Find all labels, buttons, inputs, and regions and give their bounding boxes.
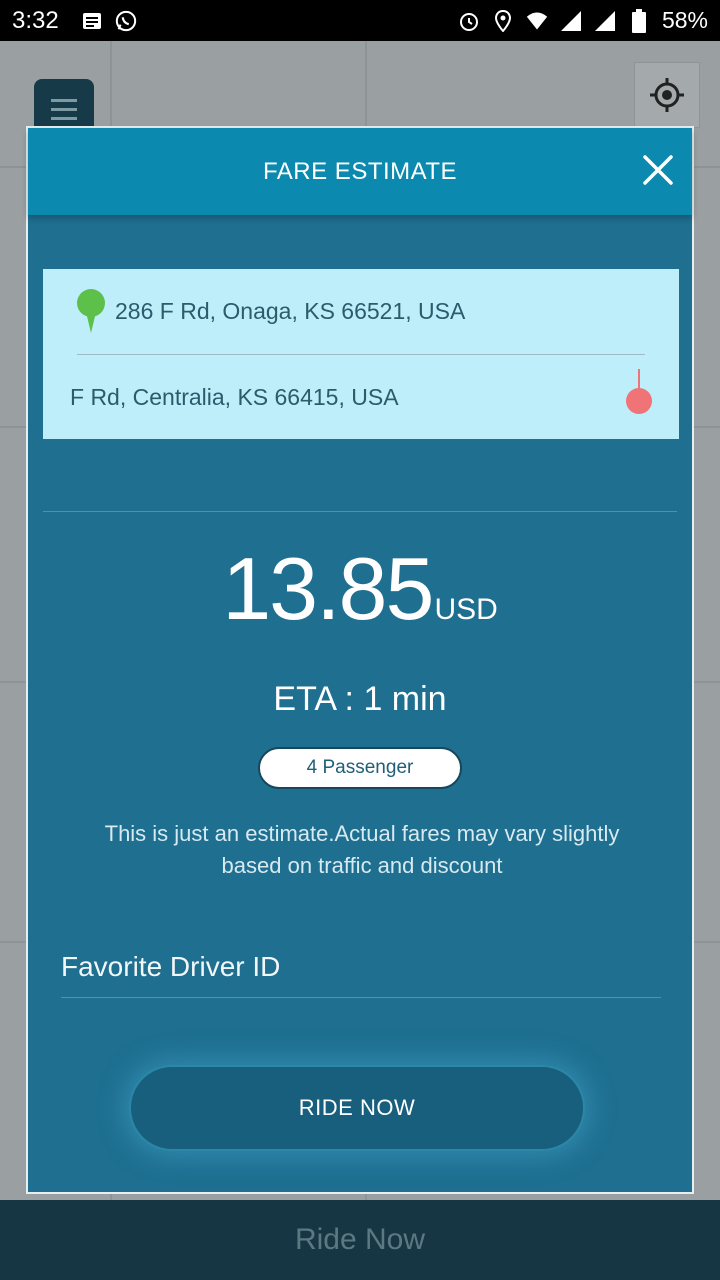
- dropoff-pin-icon: [626, 369, 652, 414]
- address-card: 286 F Rd, Onaga, KS 66521, USA F Rd, Cen…: [43, 269, 679, 439]
- dropoff-address: F Rd, Centralia, KS 66415, USA: [70, 383, 399, 410]
- divider: [43, 511, 677, 512]
- favorite-driver-id-input[interactable]: [61, 936, 661, 998]
- crosshair-icon[interactable]: [634, 62, 700, 128]
- fare-estimate-dialog: FARE ESTIMATE 286 F Rd, Onaga, KS 66521,…: [26, 126, 694, 1194]
- wifi-icon: [526, 10, 548, 32]
- fare-amount: 13.85USD: [28, 538, 692, 640]
- pickup-pin-icon: [77, 289, 105, 333]
- alarm-icon: [458, 10, 480, 32]
- whatsapp-icon: [115, 10, 137, 32]
- status-bar: 3:32 58%: [0, 0, 720, 41]
- bottom-ride-now-button[interactable]: Ride Now: [0, 1200, 720, 1280]
- status-time: 3:32: [12, 6, 59, 34]
- dialog-title: FARE ESTIMATE: [262, 157, 458, 185]
- signal-icon: [594, 10, 616, 32]
- dialog-header: FARE ESTIMATE: [28, 128, 692, 215]
- pickup-address: 286 F Rd, Onaga, KS 66521, USA: [115, 297, 466, 324]
- location-icon: [492, 9, 514, 32]
- close-icon[interactable]: [640, 152, 676, 188]
- fare-value: 13.85: [222, 539, 434, 638]
- battery-icon: [628, 8, 650, 33]
- dropoff-row[interactable]: F Rd, Centralia, KS 66415, USA: [43, 355, 679, 439]
- ride-now-button[interactable]: RIDE NOW: [129, 1065, 585, 1151]
- notes-icon: [81, 10, 103, 32]
- pickup-row[interactable]: 286 F Rd, Onaga, KS 66521, USA: [43, 269, 679, 353]
- passenger-selector[interactable]: 4 Passenger: [258, 747, 462, 789]
- eta-text: ETA : 1 min: [273, 680, 447, 718]
- estimate-note: This is just an estimate.Actual fares ma…: [104, 821, 620, 878]
- fare-currency: USD: [434, 593, 498, 626]
- signal-icon: [560, 10, 582, 32]
- battery-percent: 58%: [661, 7, 708, 33]
